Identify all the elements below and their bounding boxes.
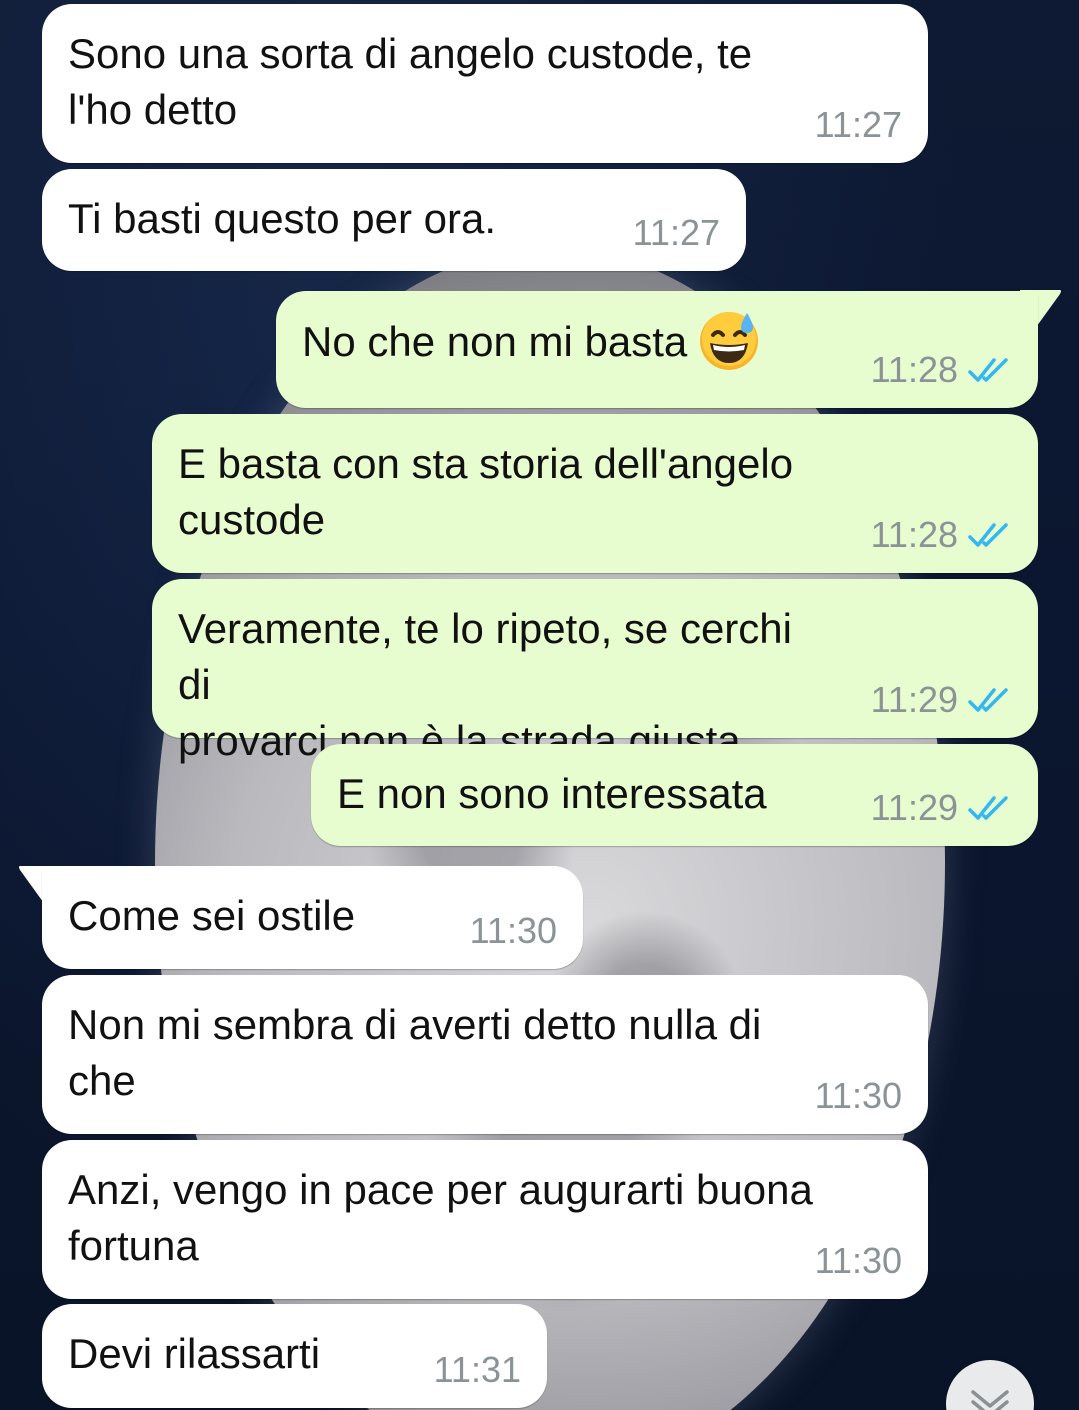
outgoing-message[interactable]: E basta con sta storia dell'angelo custo… [152,414,1038,573]
message-time: 11:30 [814,1240,902,1281]
grinning-face-with-sweat-emoji-icon [700,312,759,370]
message-time: 11:28 [870,514,958,555]
incoming-message[interactable]: Non mi sembra di averti detto nulla di c… [42,975,928,1134]
double-check-icon [968,523,1008,547]
message-text: Sono una sorta di angelo custode, te l'h… [68,30,753,133]
incoming-message[interactable]: Sono una sorta di angelo custode, te l'h… [42,4,928,163]
message-meta: 11:29 [871,788,1012,828]
message-time: 11:28 [870,349,958,390]
message-time: 11:27 [632,212,720,253]
message-time: 11:29 [870,679,958,720]
incoming-message[interactable]: Anzi, vengo in pace per augurarti buona … [42,1140,928,1299]
message-meta: 11:28 [871,515,1012,555]
message-meta: 11:29 [871,680,1012,720]
message-time: 11:31 [433,1349,521,1390]
outgoing-message[interactable]: No che non mi basta 11:28 [276,291,1038,408]
double-check-icon [968,358,1008,382]
message-meta: 11:30 [470,911,557,951]
message-meta: 11:30 [815,1076,902,1116]
message-time: 11:30 [469,910,557,951]
message-list[interactable]: Sono una sorta di angelo custode, te l'h… [0,0,1079,1410]
double-check-icon [968,688,1008,712]
message-meta: 11:27 [815,105,902,145]
message-meta: 11:28 [871,350,1012,390]
incoming-message[interactable]: Ti basti questo per ora. 11:27 [42,169,746,271]
outgoing-message[interactable]: E non sono interessata 11:29 [311,744,1038,846]
message-text: Non mi sembra di averti detto nulla di c… [68,1001,762,1104]
incoming-message[interactable]: Devi rilassarti 11:31 [42,1304,547,1408]
message-meta: 11:30 [815,1241,902,1281]
message-time: 11:30 [814,1075,902,1116]
scroll-to-bottom-button[interactable] [946,1360,1034,1410]
message-text: Anzi, vengo in pace per augurarti buona … [68,1166,813,1269]
outgoing-message[interactable]: Veramente, te lo ripeto, se cerchi di pr… [152,579,1038,764]
message-text: Ti basti questo per ora. [68,195,496,242]
incoming-message[interactable]: Come sei ostile 11:30 [42,866,583,969]
message-meta: 11:31 [434,1350,521,1390]
chevron-down-icon [971,1390,1009,1410]
double-check-icon [968,796,1008,820]
message-time: 11:27 [814,104,902,145]
message-time: 11:29 [870,787,958,828]
message-meta: 11:27 [633,213,720,253]
